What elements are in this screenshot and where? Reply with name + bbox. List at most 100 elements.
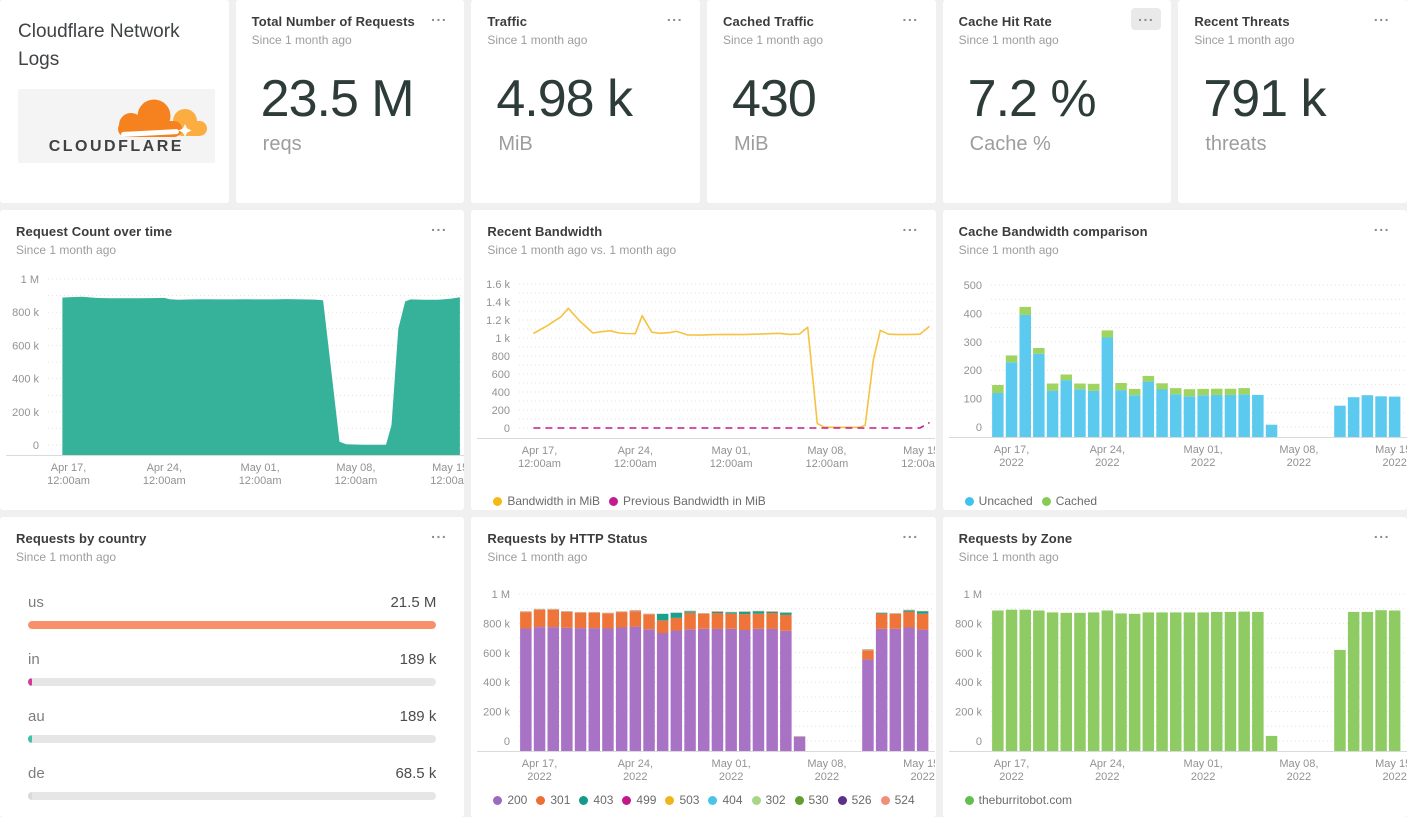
legend-label: 524 (894, 793, 915, 807)
cloudflare-logo: CLOUDFLARE (18, 89, 215, 164)
axis-tick-label: 2022 (1286, 771, 1310, 783)
legend-item-200[interactable]: 200 (493, 793, 527, 807)
legend-item-theburritobot-com[interactable]: theburritobot.com (964, 793, 1072, 807)
axis-tick-label: 800 (492, 351, 510, 363)
axis-tick-label: 200 k (955, 707, 982, 719)
axis-tick-label: 12:00am (902, 458, 936, 470)
panel-subtitle: Since 1 month ago (16, 243, 117, 257)
legend-item-404[interactable]: 404 (708, 793, 743, 807)
panel-menu-button[interactable]: ... (660, 8, 690, 30)
axis-tick-label: 600 k (483, 648, 510, 660)
panel-subtitle: Since 1 month ago (251, 33, 352, 47)
legend-item-302[interactable]: 302 (751, 793, 786, 807)
axis-tick-label: Apr 17, (51, 462, 86, 474)
panel-title: Requests by Zone (958, 531, 1073, 546)
country-bar-track (28, 678, 437, 686)
legend-dot-icon (837, 795, 847, 805)
legend-item-403[interactable]: 403 (579, 793, 613, 807)
axis-tick-label: 800 k (483, 618, 510, 630)
request-count-chart: 0 200 k 400 k 600 k 800 k1 M Apr 17, 12:00am Ap… (0, 263, 464, 510)
chart-legend: 200 301 403 499 503 404 302 530 526 524 (471, 788, 935, 812)
legend-item-526[interactable]: 526 (837, 793, 872, 807)
panel-title: Cache Bandwidth comparison (958, 224, 1148, 239)
panel-cache-hit-rate: Cache Hit Rate Since 1 month ago ... 7.2… (942, 0, 1172, 203)
legend-item-503[interactable]: 503 (665, 793, 699, 807)
country-label: de (28, 765, 45, 782)
panel-menu-button[interactable]: ... (1131, 8, 1162, 30)
axis-tick-label: 500 (963, 280, 981, 292)
panel-menu-button[interactable]: ... (424, 525, 454, 547)
chart-legend: Uncached Cached (943, 489, 1407, 510)
zone-canvas: 0200 k400 k600 k800 k1 MApr 17,2022Apr 2… (948, 589, 1407, 783)
legend-label: Bandwidth in MiB (507, 494, 601, 508)
panel-menu-button[interactable]: ... (895, 525, 925, 547)
legend-item-530[interactable]: 530 (794, 793, 829, 807)
axis-tick-label: May 15, (903, 758, 935, 770)
panel-title: Recent Bandwidth (487, 224, 603, 239)
line-series (533, 307, 931, 429)
legend-dot-icon (609, 496, 619, 506)
legend-dot-icon (493, 795, 503, 805)
legend-item-bandwidth-in-mib[interactable]: Bandwidth in MiB (493, 494, 600, 508)
axis-tick-label: 0 (976, 736, 982, 748)
axis-tick-label: 0 (504, 736, 510, 748)
legend-item-524[interactable]: 524 (880, 793, 915, 807)
axis-tick-label: 600 (492, 369, 510, 381)
panel-subtitle: Since 1 month ago (723, 33, 824, 47)
axis-tick-label: May 08, (808, 758, 847, 770)
axis-tick-label: Apr 17, (993, 444, 1028, 456)
zone-chart: 0 200 k 400 k 600 k 800 k1 M Apr 17, 2022 Apr 2… (943, 570, 1407, 788)
axis-tick-label: 200 k (483, 707, 510, 719)
legend-item-499[interactable]: 499 (622, 793, 656, 807)
axis-tick-label: 2022 (815, 771, 839, 783)
panel-menu-button[interactable]: ... (895, 218, 925, 240)
axis-tick-label: 800 k (12, 307, 39, 319)
axis-tick-label: 600 k (12, 340, 39, 352)
axis-tick-label: 0 (504, 423, 510, 435)
panel-subtitle: Since 1 month ago (958, 243, 1059, 257)
panel-menu-button[interactable]: ... (1367, 525, 1397, 547)
panel-menu-button[interactable]: ... (424, 8, 454, 30)
axis-tick-label: 200 (963, 365, 981, 377)
axis-tick-label: 12:00am (430, 475, 464, 487)
axis-tick-label: Apr 24, (1089, 444, 1124, 456)
axis-tick-label: May 15, (1375, 444, 1407, 456)
legend-dot-icon (536, 795, 546, 805)
legend-item-uncached[interactable]: Uncached (964, 494, 1033, 508)
panel-menu-button[interactable]: ... (424, 218, 454, 240)
panel-menu-button[interactable]: ... (1367, 8, 1397, 30)
panel-traffic: Traffic Since 1 month ago ... 4.98 k MiB (471, 0, 700, 203)
panel-title: Cached Traffic (723, 14, 814, 29)
legend-label: Uncached (978, 494, 1033, 508)
area-series (62, 296, 460, 455)
panel-menu-button[interactable]: ... (895, 8, 925, 30)
axis-tick-label: 0 (976, 422, 982, 434)
panel-menu-button[interactable]: ... (1367, 218, 1397, 240)
axis-tick-label: Apr 24, (1089, 758, 1124, 770)
legend-item-previous-bandwidth-in-mib[interactable]: Previous Bandwidth in MiB (609, 494, 766, 508)
cache_bandwidth-canvas: 0100200300400500Apr 17,2022Apr 24,2022Ma… (948, 280, 1407, 469)
country-bar-track (28, 735, 437, 743)
stat-unit: MiB (498, 133, 533, 156)
legend-item-301[interactable]: 301 (536, 793, 570, 807)
panel-recent-bandwidth: Recent Bandwidth Since 1 month ago vs. 1… (471, 210, 936, 510)
cache-bandwidth-chart: 0 100 200 300 400 500 Apr 17, 2022 Apr 24, 2022 Ma… (943, 263, 1407, 489)
country-value: 189 k (399, 651, 437, 668)
axis-tick-label: 2022 (623, 771, 647, 783)
country-bar-fill (28, 792, 32, 800)
panel-title: Request Count over time (16, 224, 173, 239)
country-value: 21.5 M (390, 594, 437, 611)
http-status-chart: 0 200 k 400 k 600 k 800 k1 M Apr 17, 2022 Apr 2… (471, 570, 936, 788)
legend-dot-icon (964, 795, 974, 805)
axis-tick-label: Apr 24, (147, 462, 182, 474)
axis-tick-label: May 08, (808, 445, 847, 457)
stat-value: 791 k (1203, 70, 1326, 128)
panel-subtitle: Since 1 month ago (958, 33, 1059, 47)
axis-tick-label: May 15, (1375, 758, 1407, 770)
legend-item-cached[interactable]: Cached (1041, 494, 1097, 508)
axis-tick-label: 100 (963, 394, 981, 406)
axis-tick-label: 2022 (1382, 771, 1406, 783)
axis-tick-label: Apr 24, (618, 445, 653, 457)
country-label: au (28, 708, 45, 725)
axis-tick-label: 12:00am (806, 458, 849, 470)
